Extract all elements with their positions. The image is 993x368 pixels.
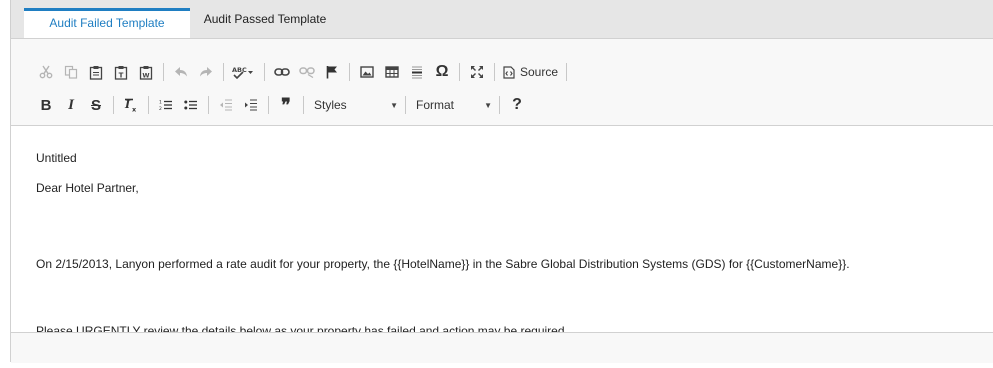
maximize-icon[interactable] — [466, 61, 488, 83]
horizontal-line-icon[interactable] — [406, 61, 428, 83]
chevron-down-icon: ▼ — [484, 100, 492, 110]
source-button[interactable]: Source — [503, 65, 558, 79]
decrease-indent-icon[interactable] — [215, 94, 237, 116]
toolbar-row-2: B I S Ix 12 ❞ Styles ▼ Format ▼ ? — [35, 92, 531, 118]
paste-text-icon[interactable]: T — [110, 61, 132, 83]
toolbar-separator — [303, 96, 304, 114]
format-dropdown[interactable]: Format ▼ — [412, 94, 496, 116]
anchor-icon[interactable] — [321, 61, 343, 83]
format-label: Format — [416, 98, 455, 112]
content-paragraph-cut: Please URGENTLY review the details below… — [36, 324, 568, 332]
toolbar-row-1: T W ABC Ω Source — [35, 59, 573, 85]
toolbar-separator — [113, 96, 114, 114]
chevron-down-icon: ▼ — [390, 100, 398, 110]
toolbar-separator — [499, 96, 500, 114]
svg-text:1: 1 — [159, 100, 162, 106]
svg-text:T: T — [119, 71, 124, 79]
editor-content[interactable]: Untitled Dear Hotel Partner, On 2/15/201… — [11, 125, 993, 332]
tab-audit-failed[interactable]: Audit Failed Template — [24, 8, 190, 38]
toolbar-separator — [268, 96, 269, 114]
numbered-list-icon[interactable]: 12 — [155, 94, 177, 116]
paste-word-icon[interactable]: W — [135, 61, 157, 83]
special-char-icon[interactable]: Ω — [431, 61, 453, 83]
toolbar-separator — [494, 63, 495, 81]
svg-text:W: W — [142, 71, 149, 79]
blockquote-icon[interactable]: ❞ — [275, 94, 297, 116]
svg-text:x: x — [132, 106, 137, 113]
source-icon — [503, 65, 515, 79]
toolbar-separator — [208, 96, 209, 114]
styles-label: Styles — [314, 98, 347, 112]
svg-text:ABC: ABC — [232, 66, 247, 74]
editor-toolbar: T W ABC Ω Source B I S I x 1 2 ❞ Styles … — [11, 39, 993, 126]
paste-icon[interactable] — [85, 61, 107, 83]
bold-button[interactable]: B — [35, 94, 57, 116]
svg-text:2: 2 — [159, 106, 162, 111]
copy-icon[interactable] — [60, 61, 82, 83]
link-icon[interactable] — [271, 61, 293, 83]
content-paragraph: On 2/15/2013, Lanyon performed a rate au… — [36, 257, 850, 271]
toolbar-separator — [148, 96, 149, 114]
toolbar-separator — [405, 96, 406, 114]
bulleted-list-icon[interactable] — [180, 94, 202, 116]
toolbar-separator — [459, 63, 460, 81]
content-title: Untitled — [36, 151, 77, 165]
template-tabs: Audit Failed Template Audit Passed Templ… — [10, 0, 993, 38]
toolbar-separator — [349, 63, 350, 81]
tab-audit-passed[interactable]: Audit Passed Template — [191, 8, 339, 38]
strikethrough-button[interactable]: S — [85, 94, 107, 116]
editor-statusbar — [11, 332, 993, 363]
cut-icon[interactable] — [35, 61, 57, 83]
content-greeting: Dear Hotel Partner, — [36, 181, 139, 195]
italic-button[interactable]: I — [60, 94, 82, 116]
image-icon[interactable] — [356, 61, 378, 83]
unlink-icon[interactable] — [296, 61, 318, 83]
help-button[interactable]: ? — [506, 94, 528, 116]
styles-dropdown[interactable]: Styles ▼ — [310, 94, 402, 116]
increase-indent-icon[interactable] — [240, 94, 262, 116]
table-icon[interactable] — [381, 61, 403, 83]
spellcheck-icon[interactable]: ABC — [230, 61, 258, 83]
source-label: Source — [520, 65, 559, 79]
toolbar-separator — [223, 63, 224, 81]
toolbar-separator — [163, 63, 164, 81]
remove-format-icon[interactable]: Ix — [120, 94, 142, 116]
undo-icon[interactable] — [170, 61, 192, 83]
rich-text-editor: T W ABC Ω Source B I S I x 1 2 ❞ Styles … — [10, 38, 993, 363]
toolbar-separator — [566, 63, 568, 81]
redo-icon[interactable] — [195, 61, 217, 83]
toolbar-separator — [264, 63, 265, 81]
